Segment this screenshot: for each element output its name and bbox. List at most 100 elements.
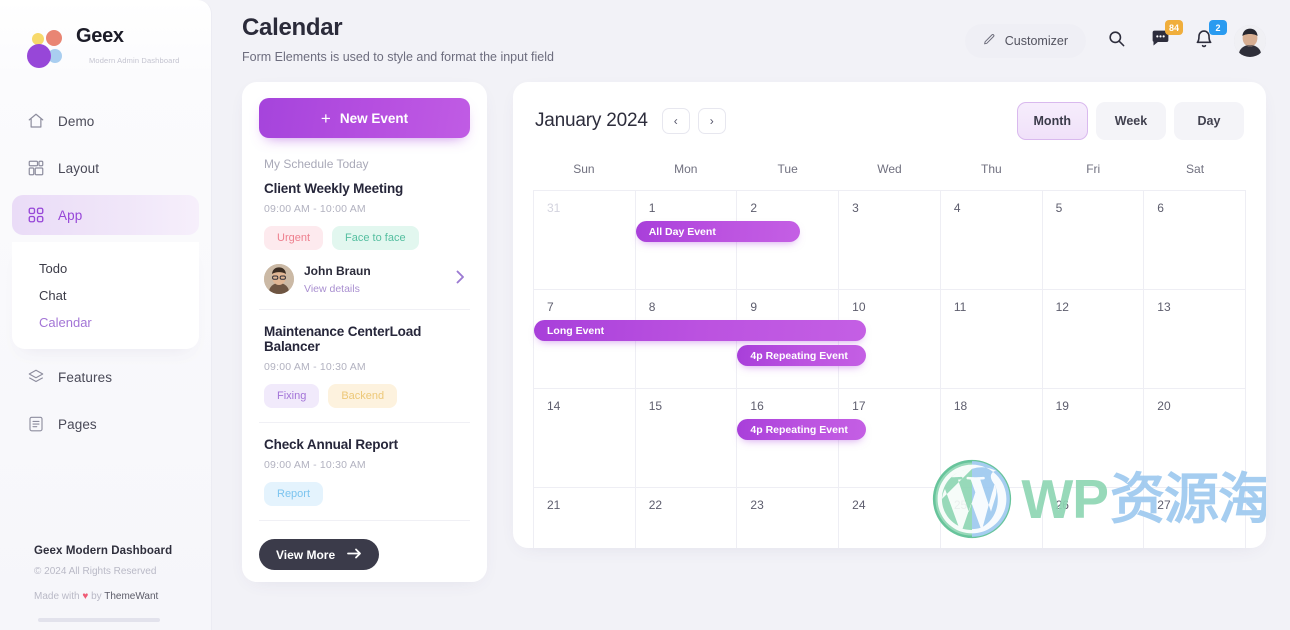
sidebar-item-features[interactable]: Features [12, 357, 199, 397]
event-tags: Urgent Face to face [264, 226, 465, 250]
calendar-week-row: 31 1 2 3 4 5 6 All Day Event [534, 191, 1246, 290]
day-number: 31 [547, 201, 561, 215]
calendar-week-row: 7 8 9 10 11 12 13 Long Event 4p Repeating Event [534, 290, 1246, 389]
calendar-day-cell[interactable]: 31 [534, 191, 636, 290]
event-item[interactable]: Maintenance CenterLoad Balancer 09:00 AM… [259, 324, 470, 423]
app-root: Geex Modern Admin Dashboard Demo Layout [0, 0, 1290, 630]
weekday-label: Wed [877, 162, 902, 176]
schedule-label: My Schedule Today [264, 157, 369, 171]
calendar-day-cell[interactable]: 5 [1042, 191, 1145, 290]
day-number: 5 [1055, 201, 1063, 215]
new-event-button[interactable]: + New Event [259, 98, 470, 138]
calendar-day-cell[interactable]: 26 [1043, 488, 1145, 548]
pencil-icon [983, 33, 996, 49]
messages-badge: 84 [1164, 20, 1183, 35]
next-month-button[interactable]: › [697, 108, 726, 134]
sidebar-item-demo[interactable]: Demo [12, 101, 199, 141]
day-number: 6 [1157, 201, 1164, 215]
credit-author[interactable]: ThemeWant [104, 591, 158, 602]
event-title: Maintenance CenterLoad Balancer [264, 324, 422, 354]
calendar-day-cell[interactable]: 3 [839, 191, 941, 290]
calendar-day-cell[interactable]: 20 [1144, 389, 1246, 488]
calendar-day-cell[interactable]: 13 [1144, 290, 1246, 389]
calendar-day-cell[interactable]: 11 [940, 290, 1043, 389]
customizer-button[interactable]: Customizer [964, 24, 1086, 58]
sidebar-scrollbar[interactable] [38, 618, 160, 622]
view-button-week[interactable]: Week [1096, 102, 1166, 140]
day-number: 23 [750, 498, 764, 512]
document-icon [27, 415, 45, 433]
customizer-label: Customizer [1004, 34, 1068, 48]
notifications-button[interactable]: 2 [1190, 20, 1227, 55]
view-more-button[interactable]: View More [259, 539, 380, 570]
view-button-month[interactable]: Month [1016, 102, 1088, 140]
submenu-item-todo[interactable]: Todo [12, 255, 199, 282]
event-tag[interactable]: Backend [328, 384, 398, 408]
brand-name: Geex [76, 25, 124, 47]
weekday-header: Sun Mon Tue Wed Thu Fri Sat [527, 162, 1252, 190]
calendar-day-cell[interactable]: 25 [941, 488, 1043, 548]
day-number: 16 [750, 399, 764, 413]
weekday-label: Tue [777, 162, 798, 176]
calendar-day-cell[interactable]: 15 [635, 389, 738, 488]
submenu-item-calendar[interactable]: Calendar [12, 309, 199, 336]
event-item[interactable]: Check Annual Report 09:00 AM - 10:30 AM … [259, 437, 470, 521]
calendar-view-switch: Month Week Day [1016, 102, 1244, 140]
sidebar-item-layout[interactable]: Layout [12, 148, 199, 188]
event-time: 09:00 AM - 10:00 AM [264, 203, 366, 215]
calendar-day-cell[interactable]: 22 [636, 488, 738, 548]
calendar-event-bar[interactable]: Long Event [534, 320, 866, 341]
weekday-label: Thu [981, 162, 1002, 176]
top-actions: Customizer 84 2 [964, 14, 1266, 58]
sidebar-item-label: Layout [58, 160, 100, 176]
sidebar-item-pages[interactable]: Pages [12, 404, 199, 444]
plus-icon: + [320, 108, 331, 128]
sidebar-item-app[interactable]: App [12, 195, 199, 235]
page-subtitle: Form Elements is used to style and forma… [242, 50, 554, 64]
view-more-label: View More [276, 547, 336, 562]
credit-prefix: Made with [34, 591, 83, 602]
view-details-link[interactable]: View details [304, 283, 371, 295]
event-item[interactable]: Client Weekly Meeting 09:00 AM - 10:00 A… [259, 181, 470, 310]
event-tags: Fixing Backend [264, 384, 465, 408]
user-avatar[interactable] [1234, 25, 1266, 57]
calendar-day-cell[interactable]: 14 [534, 389, 636, 488]
calendar-day-cell[interactable]: 4 [940, 191, 1043, 290]
weekday-label: Fri [1086, 162, 1101, 176]
event-tag[interactable]: Urgent [264, 226, 324, 250]
messages-button[interactable]: 84 [1146, 20, 1183, 55]
logo-mark-icon [26, 29, 66, 69]
event-tag[interactable]: Fixing [264, 384, 320, 408]
calendar-event-bar[interactable]: 4p Repeating Event [737, 345, 866, 366]
calendar-day-cell[interactable]: 27 [1144, 488, 1246, 548]
view-button-day[interactable]: Day [1174, 102, 1244, 140]
day-number: 21 [547, 498, 561, 512]
sidebar-item-label: Features [58, 369, 113, 385]
day-number: 17 [852, 399, 866, 413]
calendar-event-bar[interactable]: 4p Repeating Event [737, 419, 866, 440]
event-tag[interactable]: Face to face [332, 226, 419, 250]
layout-icon [27, 159, 45, 177]
calendar-day-cell[interactable]: 18 [940, 389, 1043, 488]
calendar-day-cell[interactable]: 23 [737, 488, 840, 548]
search-button[interactable] [1102, 27, 1130, 55]
sidebar-item-label: Demo [58, 113, 95, 129]
day-number: 9 [750, 300, 758, 314]
search-icon [1107, 29, 1126, 53]
calendar-day-cell[interactable]: 24 [839, 488, 941, 548]
day-number: 20 [1157, 399, 1171, 413]
day-number: 27 [1157, 498, 1171, 512]
logo[interactable]: Geex Modern Admin Dashboard [0, 0, 211, 71]
chevron-right-icon[interactable] [456, 270, 465, 288]
calendar-event-bar[interactable]: All Day Event [635, 221, 801, 242]
calendar-day-cell[interactable]: 6 [1144, 191, 1246, 290]
submenu-item-chat[interactable]: Chat [12, 282, 199, 309]
prev-month-button[interactable]: ‹ [661, 108, 690, 134]
calendar-day-cell[interactable]: 12 [1042, 290, 1145, 389]
event-tag[interactable]: Report [264, 482, 324, 506]
grid-icon [27, 206, 45, 224]
day-number: 19 [1055, 399, 1069, 413]
day-number: 1 [648, 201, 656, 215]
calendar-day-cell[interactable]: 19 [1042, 389, 1145, 488]
calendar-day-cell[interactable]: 21 [534, 488, 636, 548]
